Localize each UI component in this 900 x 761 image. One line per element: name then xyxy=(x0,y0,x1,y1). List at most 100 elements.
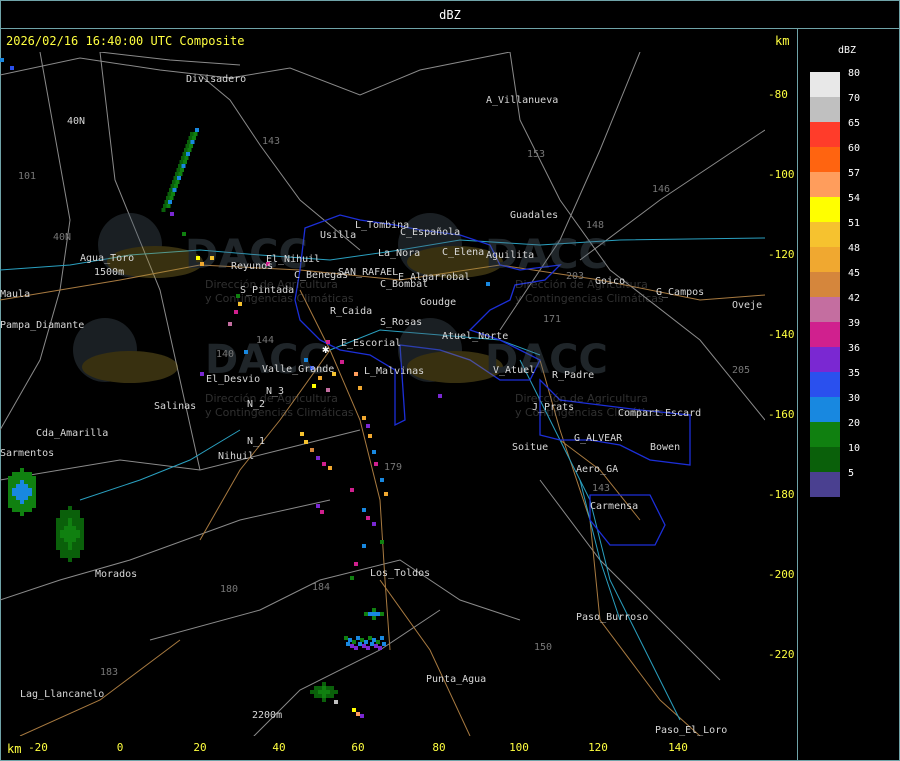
echo-pixel xyxy=(12,488,16,492)
echo-pixel xyxy=(76,514,80,518)
echo-pixel xyxy=(356,636,360,640)
legend-label: 10 xyxy=(848,443,861,454)
echo-pixel xyxy=(316,504,320,508)
echo-pixel xyxy=(380,612,384,616)
echo-pixel xyxy=(8,492,12,496)
place-label: A_Villanueva xyxy=(486,95,558,106)
echo-pixel xyxy=(200,372,204,376)
echo-pixel xyxy=(362,644,366,648)
echo-pixel xyxy=(322,698,326,702)
legend-swatch xyxy=(810,97,840,122)
echo-pixel xyxy=(352,640,356,644)
echo-pixel xyxy=(322,686,326,690)
echo-pixel xyxy=(68,510,72,514)
echo-pixel xyxy=(16,480,20,484)
place-label: 1500m xyxy=(94,267,124,278)
echo-pixel xyxy=(316,456,320,460)
echo-pixel xyxy=(76,534,80,538)
place-label: R_Caida xyxy=(330,306,372,317)
echo-pixel xyxy=(314,690,318,694)
echo-pixel xyxy=(24,504,28,508)
echo-pixel xyxy=(28,476,32,480)
echo-pixel xyxy=(60,546,64,550)
echo-pixel xyxy=(16,500,20,504)
legend-label: 42 xyxy=(848,293,861,304)
echo-pixel xyxy=(56,538,60,542)
echo-pixel xyxy=(8,480,12,484)
echo-pixel xyxy=(12,476,16,480)
echo-pixel xyxy=(76,554,80,558)
echo-pixel xyxy=(176,168,181,172)
legend-label: 20 xyxy=(848,418,861,429)
echo-pixel xyxy=(182,232,186,236)
echo-pixel xyxy=(314,694,318,698)
echo-pixel xyxy=(16,484,20,488)
echo-pixel xyxy=(20,508,24,512)
echo-pixel xyxy=(374,644,378,648)
echo-pixel xyxy=(166,196,170,200)
echo-pixel xyxy=(76,546,80,550)
echo-pixel xyxy=(60,518,64,522)
echo-pixel xyxy=(326,686,330,690)
echo-pixel xyxy=(172,180,176,184)
echo-pixel xyxy=(171,192,175,196)
echo-pixel xyxy=(380,540,384,544)
echo-pixel xyxy=(326,388,330,392)
echo-pixel xyxy=(32,500,36,504)
echo-pixel xyxy=(170,184,175,188)
echo-pixel xyxy=(76,510,80,514)
echo-pixel xyxy=(16,488,20,492)
echo-pixel xyxy=(20,472,24,476)
echo-pixel xyxy=(64,522,68,526)
echo-pixel xyxy=(304,358,308,362)
place-label: Aero_GA xyxy=(576,464,618,475)
echo-pixel xyxy=(350,576,354,580)
echo-pixel xyxy=(56,534,60,538)
place-label: El_Desvio xyxy=(206,374,260,385)
legend-swatch xyxy=(810,247,840,272)
y-tick-label: -120 xyxy=(768,248,795,261)
echo-pixel xyxy=(76,530,80,534)
place-label: Oveje xyxy=(732,300,762,311)
echo-pixel xyxy=(64,526,68,530)
place-label: N_1 xyxy=(247,436,265,447)
echo-pixel xyxy=(24,500,28,504)
echo-pixel xyxy=(64,534,68,538)
echo-pixel xyxy=(358,642,362,646)
echo-pixel xyxy=(8,484,12,488)
place-label: 2200m xyxy=(252,710,282,721)
echo-pixel xyxy=(330,690,334,694)
route-number-label: 101 xyxy=(18,171,36,182)
legend-label: 48 xyxy=(848,243,861,254)
x-tick-label: 140 xyxy=(668,741,688,754)
echo-pixel xyxy=(376,612,380,616)
echo-pixel xyxy=(8,476,12,480)
echo-pixel xyxy=(187,148,192,152)
echo-pixel xyxy=(12,508,16,512)
legend-label: 70 xyxy=(848,93,861,104)
place-label: Goudge xyxy=(420,297,456,308)
echo-pixel xyxy=(322,462,326,466)
legend-label: 39 xyxy=(848,318,861,329)
echo-pixel xyxy=(12,480,16,484)
echo-pixel xyxy=(180,168,184,172)
echo-pixel xyxy=(68,542,72,546)
echo-pixel xyxy=(76,526,80,530)
echo-pixel xyxy=(350,644,354,648)
x-tick-label: 0 xyxy=(116,741,124,754)
place-label: Pampa_Diamante xyxy=(0,320,84,331)
echo-pixel xyxy=(60,534,64,538)
radar-map[interactable]: DACC DACC DACC DACC Dirección de Agricul… xyxy=(0,52,765,736)
echo-pixel xyxy=(326,690,330,694)
echo-pixel xyxy=(187,140,191,144)
echo-pixel xyxy=(32,492,36,496)
echo-pixel xyxy=(64,550,68,554)
echo-pixel xyxy=(24,492,28,496)
echo-pixel xyxy=(32,504,36,508)
echo-pixel xyxy=(12,496,16,500)
place-label: 40N xyxy=(67,116,85,127)
echo-pixel xyxy=(56,522,60,526)
province-borders xyxy=(0,52,765,736)
echo-pixel xyxy=(76,518,80,522)
echo-pixel xyxy=(352,708,356,712)
